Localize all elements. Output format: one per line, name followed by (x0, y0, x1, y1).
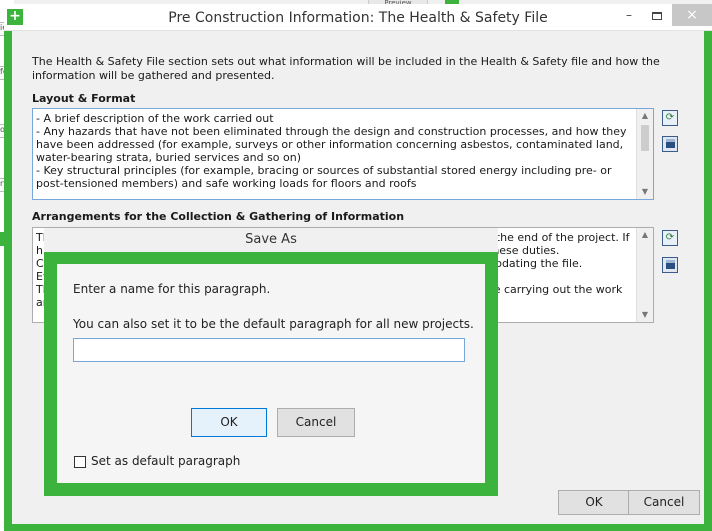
reset-paragraph-button[interactable]: ⟳ (662, 230, 678, 246)
text-line: - A brief description of the work carrie… (36, 112, 274, 125)
text-line: - Any hazards that have not been elimina… (36, 125, 627, 164)
text-line: - Key structural principles (for example… (36, 164, 612, 190)
save-as-cancel-button[interactable]: Cancel (277, 408, 355, 437)
reset-paragraph-button[interactable]: ⟳ (662, 110, 678, 126)
close-button[interactable]: × (672, 4, 712, 26)
maximize-icon (652, 11, 662, 20)
scroll-up-icon[interactable]: ▲ (637, 109, 653, 123)
text-fragment: updating the file. (488, 257, 583, 270)
save-paragraph-button[interactable] (662, 257, 678, 273)
section-label-layout-format: Layout & Format (32, 92, 136, 105)
save-as-ok-button[interactable]: OK (191, 408, 267, 437)
minimize-button[interactable]: – (616, 4, 642, 26)
save-as-dialog: Enter a name for this paragraph. You can… (44, 252, 498, 496)
text-fragment: se carrying out the work (488, 283, 623, 296)
save-paragraph-button[interactable] (662, 136, 678, 152)
save-as-hint: You can also set it to be the default pa… (73, 317, 474, 331)
section-label-arrangements: Arrangements for the Collection & Gather… (32, 210, 405, 223)
default-paragraph-label[interactable]: Set as default paragraph (91, 454, 240, 468)
layout-format-textbox[interactable]: - A brief description of the work carrie… (32, 108, 654, 200)
window-title: Pre Construction Information: The Health… (168, 10, 548, 26)
scroll-down-icon[interactable]: ▼ (637, 185, 653, 199)
vertical-scrollbar[interactable]: ▲ ▼ (636, 109, 653, 199)
maximize-button[interactable] (644, 4, 670, 26)
scroll-up-icon[interactable]: ▲ (637, 228, 653, 242)
save-as-client: Enter a name for this paragraph. You can… (57, 264, 485, 483)
vertical-scrollbar[interactable]: ▲ ▼ (636, 228, 653, 322)
ok-button[interactable]: OK (558, 490, 630, 515)
text-fragment: these duties. (488, 244, 560, 257)
cancel-button[interactable]: Cancel (628, 490, 700, 515)
default-paragraph-checkbox[interactable] (74, 456, 86, 468)
scroll-thumb[interactable] (641, 125, 649, 151)
save-as-title[interactable]: Save As (44, 228, 498, 252)
title-bar[interactable]: + Pre Construction Information: The Heal… (4, 4, 712, 31)
intro-text: The Health & Safety File section sets ou… (32, 55, 660, 82)
save-as-prompt: Enter a name for this paragraph. (73, 282, 271, 296)
text-fragment: t the end of the project. If (488, 231, 630, 244)
floppy-disk-icon (665, 259, 675, 269)
scroll-down-icon[interactable]: ▼ (637, 308, 653, 322)
floppy-disk-icon (665, 138, 675, 148)
paragraph-name-input[interactable] (73, 338, 465, 362)
